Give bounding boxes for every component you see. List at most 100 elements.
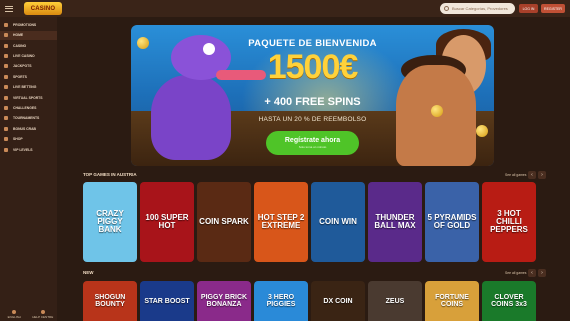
banner-amount: 1500€ (267, 48, 359, 86)
crab-icon (4, 126, 8, 131)
chevron-left-icon[interactable]: ‹ (528, 171, 536, 179)
game-tile[interactable]: STAR BOOST (140, 281, 194, 321)
sidebar-item-label: HOME (13, 33, 24, 38)
sidebar-item-challenges[interactable]: CHALLENGES (0, 104, 57, 113)
game-title: PIGGY BRICK BONANZA (200, 294, 248, 308)
search-placeholder: Buscar Categorías, Provedores (452, 6, 508, 11)
game-title: CRAZY PIGGY BANK (96, 209, 124, 234)
section-title-top-games: TOP GAMES IN AUSTRIA (83, 172, 137, 177)
game-tile[interactable]: 3 HERO PIGGIES (254, 281, 308, 321)
sidebar-item-live-betting[interactable]: LIVE BETTING (0, 83, 57, 92)
coin-icon (476, 125, 488, 137)
sidebar-item-label: VIRTUAL SPORTS (13, 95, 43, 100)
see-all-new-link[interactable]: See all games (505, 271, 527, 275)
sidebar-item-label: BONUS CRAB (13, 126, 36, 131)
game-tile[interactable]: COIN WIN (311, 182, 365, 262)
search-icon (444, 6, 449, 11)
sidebar-item-shop[interactable]: SHOP (0, 135, 57, 144)
game-tile[interactable]: 5 PYRAMIDS OF GOLD (425, 182, 479, 262)
game-title: CLOVER COINS 3x3 (491, 294, 527, 308)
sidebar-item-label: CASINO (13, 43, 27, 48)
live-icon (4, 54, 8, 59)
game-title: 3 HOT CHILLI PEPPERS (490, 209, 528, 234)
sidebar-item-casino[interactable]: CASINO (0, 41, 57, 50)
help-label: HELP CENTRE (32, 314, 54, 319)
sidebar-item-label: LIVE CASINO (13, 54, 35, 59)
coin-icon (431, 105, 443, 117)
trophy-icon (4, 64, 8, 69)
shop-icon (4, 137, 8, 142)
sidebar-item-label: VIP LEVELS (13, 147, 33, 152)
sidebar-item-bonus-crab[interactable]: BONUS CRAB (0, 124, 57, 133)
sidebar-item-virtual-sports[interactable]: VIRTUAL SPORTS (0, 93, 57, 102)
sidebar-item-jackpots[interactable]: JACKPOTS (0, 62, 57, 71)
sidebar-item-label: SHOP (13, 137, 23, 142)
sidebar-item-label: JACKPOTS (13, 64, 32, 69)
help-icon (40, 309, 45, 314)
game-tile[interactable]: CRAZY PIGGY BANK (83, 182, 137, 262)
coin-icon (137, 37, 149, 49)
menu-icon[interactable] (4, 4, 14, 14)
globe-icon (12, 309, 17, 314)
game-title: 5 PYRAMIDS OF GOLD (427, 213, 477, 230)
live-bet-icon (4, 85, 8, 90)
game-tile[interactable]: ZEUS (368, 281, 422, 321)
cards-icon (4, 43, 8, 48)
sidebar-item-tournaments[interactable]: TOURNAMENTS (0, 114, 57, 123)
chevron-right-icon[interactable]: › (538, 171, 546, 179)
game-title: COIN WIN (319, 217, 357, 226)
cup-icon (4, 116, 8, 121)
help-centre-button[interactable]: HELP CENTRE (29, 307, 58, 321)
login-button[interactable]: LOG IN (519, 4, 538, 13)
dinosaur-eye (203, 43, 215, 55)
language-button[interactable]: ENGLISH (0, 307, 29, 321)
sidebar-item-live-casino[interactable]: LIVE CASINO (0, 52, 57, 61)
dinosaur-illustration (151, 75, 231, 160)
game-tile[interactable]: HOT STEP 2 EXTREME (254, 182, 308, 262)
game-tile[interactable]: CLOVER COINS 3x3 (482, 281, 536, 321)
crown-icon (4, 147, 8, 152)
cta-sub-label: Solo toma un minuto (298, 145, 327, 149)
ball-icon (4, 74, 8, 79)
virtual-icon (4, 95, 8, 100)
language-label: ENGLISH (7, 314, 21, 319)
cta-label: Regístrate ahora (284, 137, 341, 144)
sidebar: PROMOTIONS HOME CASINO LIVE CASINO JACKP… (0, 17, 57, 321)
game-tile[interactable]: PIGGY BRICK BONANZA (197, 281, 251, 321)
game-tile[interactable]: DX COIN (311, 281, 365, 321)
chevron-left-icon[interactable]: ‹ (528, 269, 536, 277)
home-icon (4, 33, 8, 38)
section-title-new: NEW (83, 270, 94, 275)
search-input[interactable]: Buscar Categorías, Provedores (440, 3, 515, 14)
sidebar-item-sports[interactable]: SPORTS (0, 72, 57, 81)
sidebar-item-label: PROMOTIONS (13, 22, 37, 27)
game-title: ZEUS (385, 297, 405, 305)
register-now-button[interactable]: Regístrate ahora Solo toma un minuto (266, 131, 359, 155)
sidebar-item-label: LIVE BETTING (13, 85, 37, 90)
game-tile[interactable]: THUNDER BALL MAX (368, 182, 422, 262)
sidebar-item-vip-levels[interactable]: VIP LEVELS (0, 145, 57, 154)
new-games-row: SHOGUN BOUNTY STAR BOOST PIGGY BRICK BON… (83, 281, 536, 321)
banner-cashback: HASTA UN 20 % DE REEMBOLSO (258, 116, 367, 123)
promo-banner[interactable]: PAQUETE DE BIENVENIDA 1500€ + 400 FREE S… (131, 25, 494, 166)
game-tile[interactable]: 3 HOT CHILLI PEPPERS (482, 182, 536, 262)
game-tile[interactable]: 100 SUPER HOT (140, 182, 194, 262)
chevron-right-icon[interactable]: › (538, 269, 546, 277)
game-tile[interactable]: FORTUNE COINS (425, 281, 479, 321)
game-tile[interactable]: SHOGUN BOUNTY (83, 281, 137, 321)
sidebar-item-label: TOURNAMENTS (13, 116, 40, 121)
site-logo[interactable]: CASINO (24, 2, 62, 15)
game-title: COIN SPARK (199, 217, 249, 226)
sidebar-item-label: CHALLENGES (13, 106, 37, 111)
sidebar-item-promotions[interactable]: PROMOTIONS (0, 20, 57, 29)
target-icon (4, 106, 8, 111)
game-title: THUNDER BALL MAX (374, 213, 416, 230)
game-title: 3 HERO PIGGIES (266, 294, 296, 308)
sidebar-item-home[interactable]: HOME (0, 30, 57, 40)
sidebar-item-label: SPORTS (13, 74, 27, 79)
top-games-row: CRAZY PIGGY BANK 100 SUPER HOT COIN SPAR… (83, 182, 536, 262)
see-all-top-games-link[interactable]: See all games (505, 173, 527, 177)
gift-icon (4, 22, 8, 27)
game-tile[interactable]: COIN SPARK (197, 182, 251, 262)
register-button[interactable]: REGISTER (541, 4, 565, 13)
